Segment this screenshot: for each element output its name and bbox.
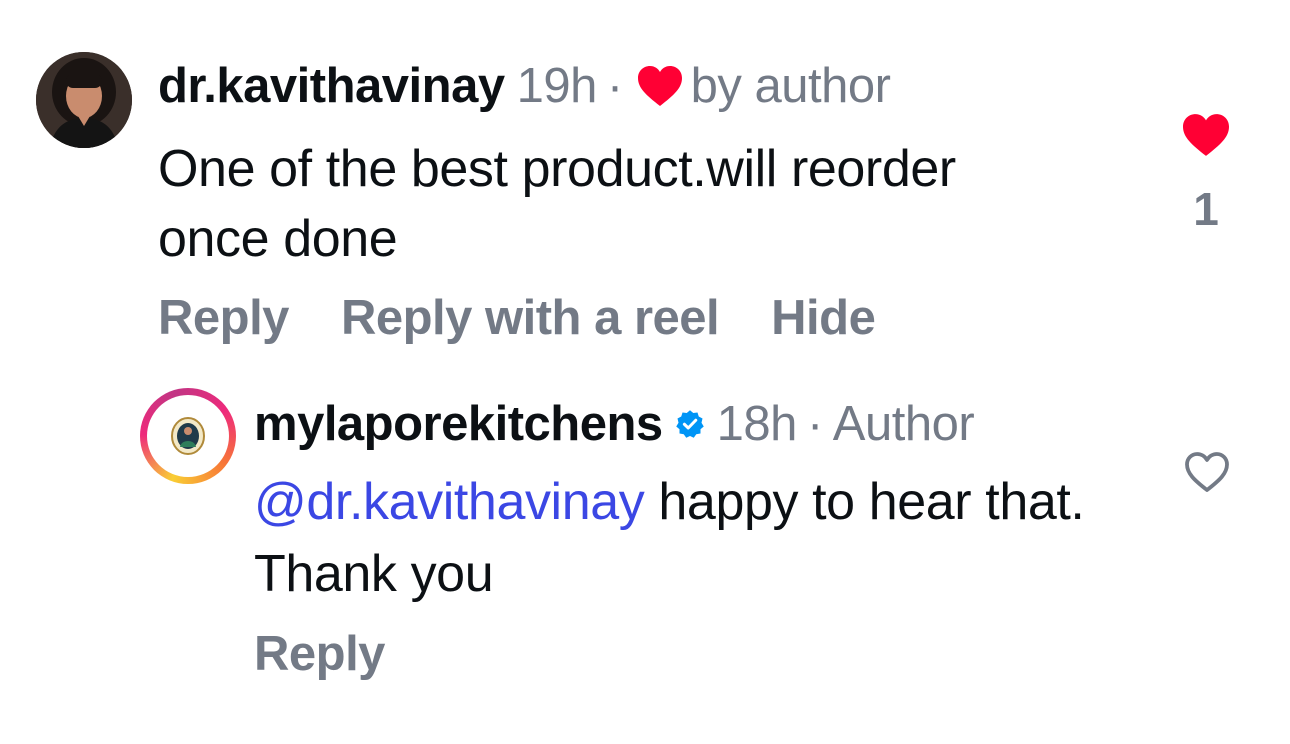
brand-logo-icon xyxy=(171,417,205,455)
like-count[interactable]: 1 xyxy=(1170,182,1242,236)
meta-separator: · xyxy=(806,397,823,451)
reply-text: @dr.kavithavinay happy to hear that. Tha… xyxy=(254,466,1154,610)
comment-actions: Reply Reply with a reel Hide xyxy=(158,290,876,346)
reply-username[interactable]: mylaporekitchens xyxy=(254,396,663,452)
avatar-photo xyxy=(36,52,132,148)
reply-button[interactable]: Reply xyxy=(254,626,385,682)
comment-username[interactable]: dr.kavithavinay xyxy=(158,58,505,114)
verified-badge-icon xyxy=(675,410,704,438)
comment-header: dr.kavithavinay 19h · by author xyxy=(158,56,891,116)
author-label: Author xyxy=(832,397,975,451)
hide-button[interactable]: Hide xyxy=(771,290,876,346)
mention-link[interactable]: @dr.kavithavinay xyxy=(254,473,645,531)
avatar-dr-kavithavinay[interactable] xyxy=(36,52,132,148)
avatar-mylaporekitchens[interactable] xyxy=(140,388,236,484)
heart-filled-icon xyxy=(637,66,682,106)
like-heart-icon[interactable] xyxy=(1180,112,1232,158)
liked-by-author-label: by author xyxy=(690,59,891,113)
comment-text: One of the best product.will reorder onc… xyxy=(158,140,956,268)
reply-header: mylaporekitchens 18h · Author xyxy=(254,394,975,454)
reply-button[interactable]: Reply xyxy=(158,290,289,346)
reply-with-reel-button[interactable]: Reply with a reel xyxy=(341,290,720,346)
heart-outline-icon[interactable] xyxy=(1182,450,1232,494)
meta-separator: · xyxy=(606,59,623,113)
reply-time: 18h xyxy=(716,397,798,451)
comment-time: 19h xyxy=(516,59,598,113)
